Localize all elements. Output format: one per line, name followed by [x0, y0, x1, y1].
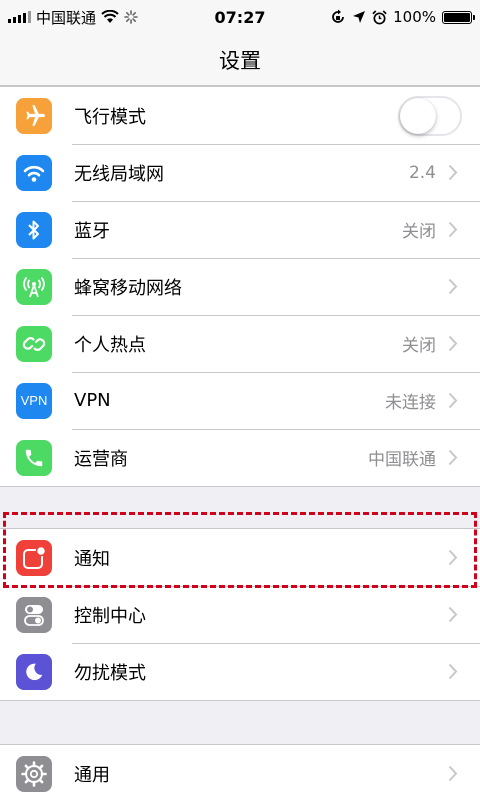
settings-row-control-center[interactable]: 控制中心 — [0, 586, 480, 643]
vpn-icon-text: VPN — [20, 393, 48, 408]
settings-row-label: 蜂窝移动网络 — [74, 277, 182, 299]
settings-row-label: 蓝牙 — [74, 220, 110, 242]
settings-group-notifications: 通知 控制中心 勿扰模式 — [0, 528, 480, 701]
chevron-right-icon — [448, 764, 460, 784]
rotation-lock-icon — [332, 9, 345, 23]
settings-row-label: 运营商 — [74, 448, 128, 470]
location-icon — [353, 11, 366, 23]
airplane-mode-toggle[interactable] — [398, 95, 462, 136]
settings-row-value: 关闭 — [402, 336, 436, 356]
status-right: 100% — [292, 8, 475, 26]
settings-group-connectivity: 飞行模式 无线局域网 2.4 蓝牙 关闭 蜂窝移动网络 个人热点 关闭 VPN … — [0, 86, 480, 487]
settings-row-value: 中国联通 — [368, 450, 436, 470]
settings-row-cellular[interactable]: 蜂窝移动网络 — [0, 258, 480, 315]
settings-row-airplane-mode[interactable]: 飞行模式 — [0, 87, 480, 144]
status-bar: 中国联通 07:27 100% — [0, 0, 480, 34]
settings-row-label: 个人热点 — [74, 334, 146, 356]
phone-icon — [16, 439, 52, 476]
chevron-right-icon — [448, 220, 460, 240]
carrier-name: 中国联通 — [36, 8, 97, 27]
wifi-status-icon — [101, 10, 119, 23]
airplane-icon — [16, 97, 52, 134]
chevron-right-icon — [448, 548, 460, 568]
battery-percent: 100% — [393, 8, 436, 26]
settings-row-notifications[interactable]: 通知 — [0, 529, 480, 586]
signal-strength-icon — [8, 11, 31, 23]
settings-group-general: 通用 — [0, 744, 480, 800]
moon-icon — [16, 653, 52, 690]
wifi-icon — [16, 154, 52, 191]
settings-row-label: 勿扰模式 — [74, 662, 146, 684]
chevron-right-icon — [448, 662, 460, 682]
settings-row-value: 关闭 — [402, 222, 436, 242]
settings-row-label: VPN — [74, 390, 111, 411]
settings-row-label: 控制中心 — [74, 605, 146, 627]
settings-row-label: 通知 — [74, 548, 110, 570]
settings-row-hotspot[interactable]: 个人热点 关闭 — [0, 315, 480, 372]
toggle-knob — [400, 97, 436, 134]
settings-row-carrier[interactable]: 运营商 中国联通 — [0, 429, 480, 486]
chevron-right-icon — [448, 334, 460, 354]
hotspot-link-icon — [16, 325, 52, 362]
chevron-right-icon — [448, 391, 460, 411]
battery-icon — [442, 10, 475, 24]
chevron-right-icon — [448, 277, 460, 297]
bluetooth-icon — [16, 211, 52, 248]
settings-row-wifi[interactable]: 无线局域网 2.4 — [0, 144, 480, 201]
settings-row-do-not-disturb[interactable]: 勿扰模式 — [0, 643, 480, 700]
chevron-right-icon — [448, 163, 460, 183]
settings-row-value: 2.4 — [408, 162, 436, 183]
gear-icon — [16, 755, 52, 792]
navigation-bar: 设置 — [0, 34, 480, 86]
settings-row-label: 通用 — [74, 764, 110, 786]
settings-row-label: 无线局域网 — [74, 163, 164, 185]
settings-row-value: 未连接 — [385, 393, 436, 413]
cellular-antenna-icon — [16, 268, 52, 305]
alarm-icon — [372, 9, 387, 24]
settings-row-vpn[interactable]: VPN VPN 未连接 — [0, 372, 480, 429]
control-center-icon — [16, 596, 52, 633]
settings-row-label: 飞行模式 — [74, 106, 146, 128]
chevron-right-icon — [448, 448, 460, 468]
settings-row-bluetooth[interactable]: 蓝牙 关闭 — [0, 201, 480, 258]
clock: 07:27 — [214, 7, 266, 27]
settings-row-general[interactable]: 通用 — [0, 745, 480, 800]
loading-spinner-icon — [124, 10, 138, 24]
notifications-icon — [16, 539, 52, 576]
status-left: 中国联通 — [8, 7, 188, 28]
page-title: 设置 — [219, 48, 261, 73]
vpn-icon: VPN — [16, 382, 52, 419]
chevron-right-icon — [448, 605, 460, 625]
